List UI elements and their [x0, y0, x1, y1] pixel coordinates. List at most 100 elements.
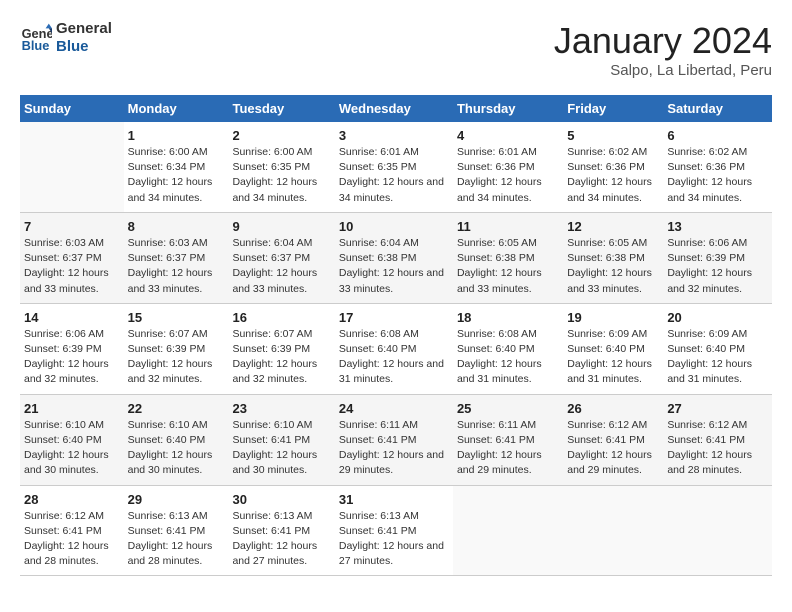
day-number: 1 — [128, 128, 225, 143]
day-number: 24 — [339, 401, 449, 416]
day-number: 12 — [567, 219, 659, 234]
day-info: Sunrise: 6:04 AMSunset: 6:38 PMDaylight:… — [339, 236, 449, 297]
day-number: 8 — [128, 219, 225, 234]
calendar-cell: 7 Sunrise: 6:03 AMSunset: 6:37 PMDaylight… — [20, 212, 124, 303]
day-number: 20 — [667, 310, 768, 325]
calendar-cell — [563, 485, 663, 576]
calendar-cell: 17 Sunrise: 6:08 AMSunset: 6:40 PMDayligh… — [335, 303, 453, 394]
calendar-cell: 13 Sunrise: 6:06 AMSunset: 6:39 PMDayligh… — [663, 212, 772, 303]
day-number: 28 — [24, 492, 120, 507]
day-number: 11 — [457, 219, 559, 234]
day-info: Sunrise: 6:13 AMSunset: 6:41 PMDaylight:… — [232, 509, 330, 570]
calendar-cell: 10 Sunrise: 6:04 AMSunset: 6:38 PMDayligh… — [335, 212, 453, 303]
day-info: Sunrise: 6:07 AMSunset: 6:39 PMDaylight:… — [232, 327, 330, 388]
calendar-cell: 16 Sunrise: 6:07 AMSunset: 6:39 PMDayligh… — [228, 303, 334, 394]
day-number: 16 — [232, 310, 330, 325]
calendar-table: SundayMondayTuesdayWednesdayThursdayFrid… — [20, 95, 772, 576]
header-day-wednesday: Wednesday — [335, 95, 453, 122]
day-number: 7 — [24, 219, 120, 234]
day-info: Sunrise: 6:11 AMSunset: 6:41 PMDaylight:… — [339, 418, 449, 479]
calendar-cell — [663, 485, 772, 576]
day-number: 14 — [24, 310, 120, 325]
calendar-cell: 11 Sunrise: 6:05 AMSunset: 6:38 PMDayligh… — [453, 212, 563, 303]
calendar-cell: 8Sunrise: 6:03 AMSunset: 6:37 PMDaylight… — [124, 212, 229, 303]
day-number: 10 — [339, 219, 449, 234]
day-info: Sunrise: 6:09 AMSunset: 6:40 PMDaylight:… — [567, 327, 659, 388]
day-info: Sunrise: 6:03 AMSunset: 6:37 PMDaylight:… — [24, 236, 120, 297]
calendar-cell: 5Sunrise: 6:02 AMSunset: 6:36 PMDaylight… — [563, 122, 663, 212]
day-info: Sunrise: 6:08 AMSunset: 6:40 PMDaylight:… — [457, 327, 559, 388]
calendar-cell: 29Sunrise: 6:13 AMSunset: 6:41 PMDayligh… — [124, 485, 229, 576]
page-header: General Blue General Blue January 2024 S… — [20, 20, 772, 79]
title-section: January 2024 Salpo, La Libertad, Peru — [554, 20, 772, 79]
day-info: Sunrise: 6:10 AMSunset: 6:40 PMDaylight:… — [24, 418, 120, 479]
location: Salpo, La Libertad, Peru — [554, 62, 772, 79]
header-day-monday: Monday — [124, 95, 229, 122]
week-row-4: 28 Sunrise: 6:12 AMSunset: 6:41 PMDayligh… — [20, 485, 772, 576]
svg-text:Blue: Blue — [22, 38, 50, 53]
day-number: 3 — [339, 128, 449, 143]
day-number: 6 — [667, 128, 768, 143]
day-number: 15 — [128, 310, 225, 325]
calendar-cell: 15 Sunrise: 6:07 AMSunset: 6:39 PMDayligh… — [124, 303, 229, 394]
day-info: Sunrise: 6:06 AMSunset: 6:39 PMDaylight:… — [24, 327, 120, 388]
header-day-saturday: Saturday — [663, 95, 772, 122]
header-day-thursday: Thursday — [453, 95, 563, 122]
day-info: Sunrise: 6:01 AMSunset: 6:36 PMDaylight:… — [457, 145, 559, 206]
calendar-cell: 23 Sunrise: 6:10 AMSunset: 6:41 PMDayligh… — [228, 394, 334, 485]
day-info: Sunrise: 6:10 AMSunset: 6:40 PMDaylight:… — [128, 418, 225, 479]
day-info: Sunrise: 6:00 AMSunset: 6:35 PMDaylight:… — [232, 145, 330, 206]
calendar-cell — [20, 122, 124, 212]
calendar-cell: 1 Sunrise: 6:00 AMSunset: 6:34 PMDaylight… — [124, 122, 229, 212]
logo-general: General — [56, 20, 112, 38]
day-info: Sunrise: 6:07 AMSunset: 6:39 PMDaylight:… — [128, 327, 225, 388]
day-number: 31 — [339, 492, 449, 507]
calendar-cell: 31 Sunrise: 6:13 AMSunset: 6:41 PMDayligh… — [335, 485, 453, 576]
calendar-cell: 4 Sunrise: 6:01 AMSunset: 6:36 PMDaylight… — [453, 122, 563, 212]
calendar-cell: 21Sunrise: 6:10 AMSunset: 6:40 PMDayligh… — [20, 394, 124, 485]
day-number: 30 — [232, 492, 330, 507]
week-row-3: 21Sunrise: 6:10 AMSunset: 6:40 PMDayligh… — [20, 394, 772, 485]
day-number: 13 — [667, 219, 768, 234]
day-info: Sunrise: 6:10 AMSunset: 6:41 PMDaylight:… — [232, 418, 330, 479]
calendar-cell: 27Sunrise: 6:12 AMSunset: 6:41 PMDayligh… — [663, 394, 772, 485]
day-number: 23 — [232, 401, 330, 416]
day-info: Sunrise: 6:12 AMSunset: 6:41 PMDaylight:… — [24, 509, 120, 570]
week-row-2: 14 Sunrise: 6:06 AMSunset: 6:39 PMDayligh… — [20, 303, 772, 394]
day-info: Sunrise: 6:12 AMSunset: 6:41 PMDaylight:… — [667, 418, 768, 479]
header-day-tuesday: Tuesday — [228, 95, 334, 122]
day-info: Sunrise: 6:13 AMSunset: 6:41 PMDaylight:… — [339, 509, 449, 570]
day-info: Sunrise: 6:09 AMSunset: 6:40 PMDaylight:… — [667, 327, 768, 388]
day-number: 2 — [232, 128, 330, 143]
calendar-cell: 20 Sunrise: 6:09 AMSunset: 6:40 PMDayligh… — [663, 303, 772, 394]
day-number: 22 — [128, 401, 225, 416]
day-number: 9 — [232, 219, 330, 234]
logo-blue: Blue — [56, 38, 112, 56]
header-row: SundayMondayTuesdayWednesdayThursdayFrid… — [20, 95, 772, 122]
day-number: 17 — [339, 310, 449, 325]
calendar-cell — [453, 485, 563, 576]
calendar-cell: 6 Sunrise: 6:02 AMSunset: 6:36 PMDaylight… — [663, 122, 772, 212]
calendar-cell: 2 Sunrise: 6:00 AMSunset: 6:35 PMDaylight… — [228, 122, 334, 212]
calendar-cell: 3Sunrise: 6:01 AMSunset: 6:35 PMDaylight… — [335, 122, 453, 212]
calendar-cell: 30 Sunrise: 6:13 AMSunset: 6:41 PMDayligh… — [228, 485, 334, 576]
calendar-cell: 9 Sunrise: 6:04 AMSunset: 6:37 PMDaylight… — [228, 212, 334, 303]
day-number: 18 — [457, 310, 559, 325]
day-number: 29 — [128, 492, 225, 507]
header-day-sunday: Sunday — [20, 95, 124, 122]
week-row-0: 1 Sunrise: 6:00 AMSunset: 6:34 PMDaylight… — [20, 122, 772, 212]
day-number: 19 — [567, 310, 659, 325]
day-info: Sunrise: 6:06 AMSunset: 6:39 PMDaylight:… — [667, 236, 768, 297]
calendar-cell: 25Sunrise: 6:11 AMSunset: 6:41 PMDayligh… — [453, 394, 563, 485]
week-row-1: 7 Sunrise: 6:03 AMSunset: 6:37 PMDaylight… — [20, 212, 772, 303]
day-info: Sunrise: 6:08 AMSunset: 6:40 PMDaylight:… — [339, 327, 449, 388]
day-info: Sunrise: 6:05 AMSunset: 6:38 PMDaylight:… — [457, 236, 559, 297]
day-info: Sunrise: 6:02 AMSunset: 6:36 PMDaylight:… — [667, 145, 768, 206]
day-info: Sunrise: 6:00 AMSunset: 6:34 PMDaylight:… — [128, 145, 225, 206]
day-info: Sunrise: 6:11 AMSunset: 6:41 PMDaylight:… — [457, 418, 559, 479]
day-info: Sunrise: 6:05 AMSunset: 6:38 PMDaylight:… — [567, 236, 659, 297]
calendar-cell: 26Sunrise: 6:12 AMSunset: 6:41 PMDayligh… — [563, 394, 663, 485]
day-info: Sunrise: 6:04 AMSunset: 6:37 PMDaylight:… — [232, 236, 330, 297]
day-number: 4 — [457, 128, 559, 143]
day-number: 5 — [567, 128, 659, 143]
